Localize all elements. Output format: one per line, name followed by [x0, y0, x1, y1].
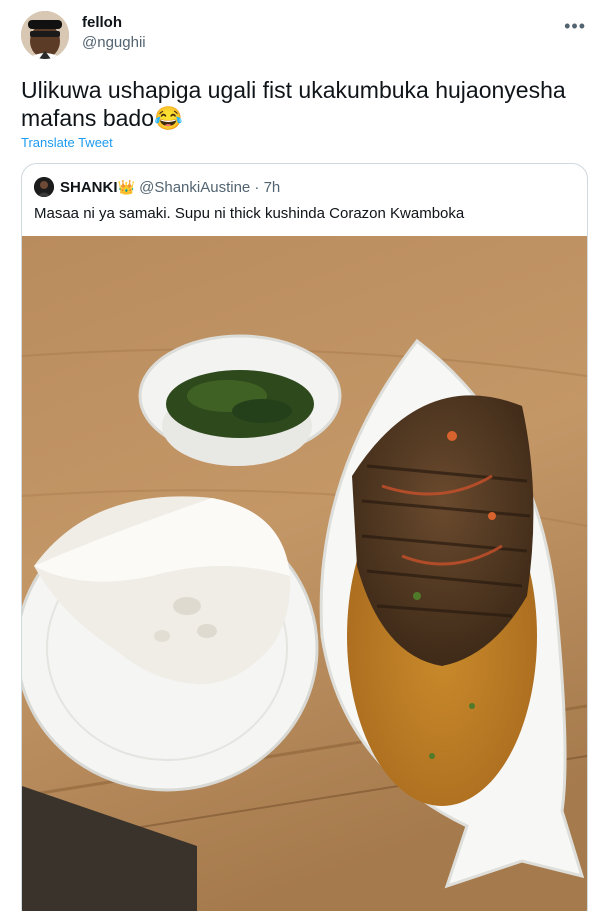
quoted-avatar-image	[34, 177, 54, 197]
quoted-tweet-text: Masaa ni ya samaki. Supu ni thick kushin…	[34, 205, 465, 222]
quoted-tweet[interactable]: SHANKI👑 @ShankiAustine · 7h Masaa ni ya …	[21, 163, 588, 911]
quoted-author-display-name: SHANKI	[60, 179, 118, 196]
quoted-author-handle: @ShankiAustine	[139, 179, 251, 196]
author-handle[interactable]: @ngughii	[82, 33, 146, 53]
tweet: felloh @ngughii ••• Ulikuwa ushapiga uga…	[0, 0, 610, 911]
author-avatar[interactable]	[21, 11, 69, 59]
separator-dot: ·	[254, 179, 260, 196]
more-options-icon[interactable]: •••	[564, 16, 586, 37]
author-info: felloh @ngughii	[82, 14, 146, 53]
tweet-text: Ulikuwa ushapiga ugali fist ukakumbuka h…	[21, 77, 566, 131]
quoted-author-avatar	[34, 177, 54, 197]
quoted-tweet-header: SHANKI👑 @ShankiAustine · 7h	[60, 178, 280, 197]
quoted-tweet-time: 7h	[263, 179, 281, 196]
translate-tweet-link[interactable]: Translate Tweet	[21, 135, 113, 150]
ugali-plate	[22, 496, 319, 792]
crown-emoji: 👑	[117, 179, 135, 195]
author-display-name[interactable]: felloh	[82, 14, 146, 32]
avatar-image	[21, 11, 69, 59]
food-photo[interactable]	[22, 236, 587, 911]
